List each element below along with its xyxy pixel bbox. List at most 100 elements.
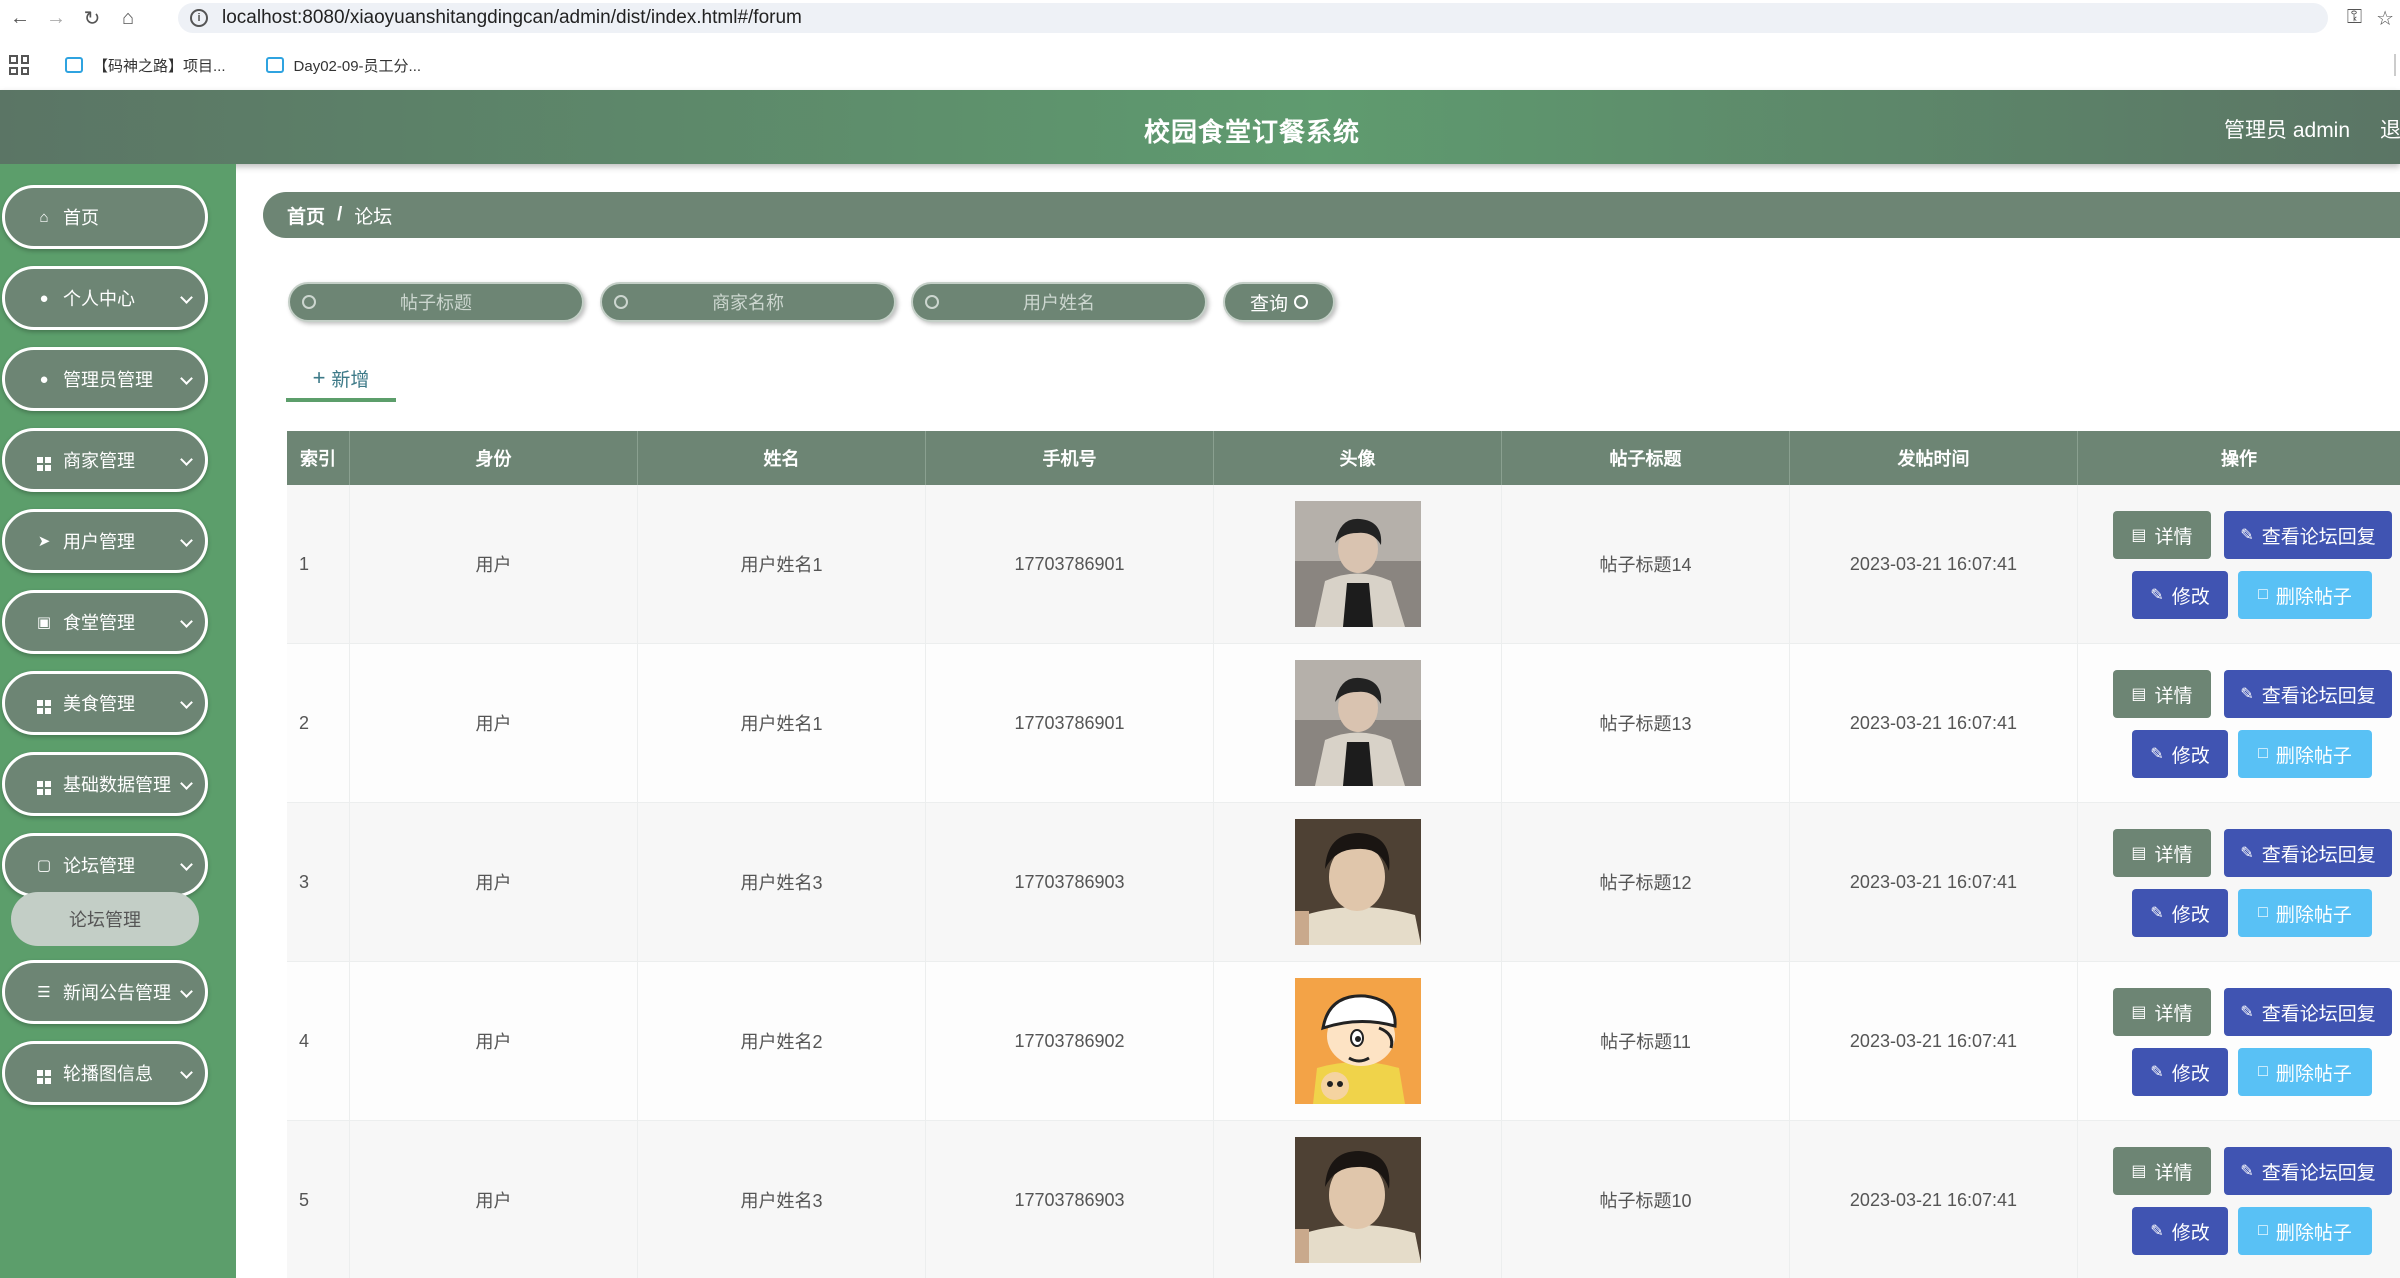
edit-icon: ✎ [2150,587,2164,604]
bookmarks-bar: 【码神之路】项目... Day02-09-员工分... [0,48,2400,82]
detail-button[interactable]: ▤ 详情 [2113,1147,2211,1195]
cell-index: 3 [287,803,350,961]
edit-icon: ✎ [2150,905,2164,922]
sidebar-item-foods[interactable]: 美食管理 [2,671,208,735]
sidebar-item-canteens[interactable]: ▣ 食堂管理 [2,590,208,654]
app-header: 校园食堂订餐系统 管理员 admin 退 [0,90,2400,164]
cell-index: 4 [287,962,350,1120]
apps-icon[interactable] [9,55,29,75]
info-icon[interactable]: i [190,9,208,27]
chevron-down-icon [180,985,193,998]
edit-button[interactable]: ✎ 修改 [2132,1048,2228,1096]
avatar[interactable] [1295,978,1421,1104]
header-name: 姓名 [638,431,926,485]
star-icon[interactable]: ☆ [2376,6,2394,31]
browser-toolbar: ← → ↻ ⌂ i localhost:8080/xiaoyuanshitang… [0,0,2400,36]
view-replies-button[interactable]: ✎ 查看论坛回复 [2224,829,2392,877]
detail-button[interactable]: ▤ 详情 [2113,829,2211,877]
cell-phone: 17703786901 [926,644,1214,802]
sidebar-item-forum[interactable]: ▢ 论坛管理 [2,833,208,897]
edit-icon: ✎ [2150,1223,2164,1240]
back-icon[interactable]: ← [4,2,36,34]
cell-actions: ▤ 详情 ✎ 查看论坛回复 ✎ 修改 □ 删除帖子 [2078,1121,2400,1278]
grid-icon [35,450,53,471]
cell-post-time: 2023-03-21 16:07:41 [1790,803,2078,961]
cell-actions: ▤ 详情 ✎ 查看论坛回复 ✎ 修改 □ 删除帖子 [2078,644,2400,802]
bookmark-item[interactable]: 【码神之路】项目... [65,55,226,76]
bookmark-icon [265,57,284,73]
cell-post-time: 2023-03-21 16:07:41 [1790,644,2078,802]
edit-icon: ✎ [2240,1004,2254,1021]
sidebar-item-merchants[interactable]: 商家管理 [2,428,208,492]
sidebar-item-news[interactable]: ☰ 新闻公告管理 [2,960,208,1024]
edit-button[interactable]: ✎ 修改 [2132,730,2228,778]
post-title-search-input[interactable]: 帖子标题 [288,282,584,322]
avatar[interactable] [1295,819,1421,945]
view-replies-button[interactable]: ✎ 查看论坛回复 [2224,511,2392,559]
bookmark-item[interactable]: Day02-09-员工分... [265,55,421,76]
bookmark-icon [65,57,83,73]
reload-icon[interactable]: ↻ [76,2,108,34]
user-icon: ● [39,289,49,307]
delete-post-button[interactable]: □ 删除帖子 [2238,571,2372,619]
cell-post-time: 2023-03-21 16:07:41 [1790,962,2078,1120]
table-row: 1 用户 用户姓名1 17703786901 帖子标题14 2023-03-21… [287,485,2400,644]
cell-role: 用户 [350,485,638,643]
merchant-name-search-input[interactable]: 商家名称 [600,282,896,322]
url-text: localhost:8080/xiaoyuanshitangdingcan/ad… [222,7,802,28]
sliders-icon: ☰ [37,984,51,1001]
cell-avatar [1214,962,1502,1120]
cell-name: 用户姓名2 [638,962,926,1120]
chevron-down-icon [180,777,193,790]
logout-link[interactable]: 退 [2380,114,2400,144]
sidebar-item-home[interactable]: ⌂ 首页 [2,185,208,249]
cell-avatar [1214,485,1502,643]
document-icon: ▤ [2131,845,2147,862]
forward-icon[interactable]: → [40,2,72,34]
breadcrumb-home[interactable]: 首页 [287,202,325,229]
sidebar-item-basic-data[interactable]: 基础数据管理 [2,752,208,816]
view-replies-button[interactable]: ✎ 查看论坛回复 [2224,988,2392,1036]
sidebar: ⌂ 首页 ● 个人中心 ● 管理员管理 商家管理 ➤ 用户管理 ▣ 食堂管理 美… [0,164,236,1278]
detail-button[interactable]: ▤ 详情 [2113,670,2211,718]
delete-post-button[interactable]: □ 删除帖子 [2238,889,2372,937]
edit-button[interactable]: ✎ 修改 [2132,571,2228,619]
add-button[interactable]: + 新增 [286,358,396,402]
view-replies-button[interactable]: ✎ 查看论坛回复 [2224,670,2392,718]
cell-name: 用户姓名1 [638,485,926,643]
avatar[interactable] [1295,660,1421,786]
sidebar-item-profile[interactable]: ● 个人中心 [2,266,208,330]
sidebar-item-users[interactable]: ➤ 用户管理 [2,509,208,573]
sidebar-item-carousel[interactable]: 轮播图信息 [2,1041,208,1105]
user-name-search-input[interactable]: 用户姓名 [911,282,1207,322]
cell-index: 2 [287,644,350,802]
detail-button[interactable]: ▤ 详情 [2113,511,2211,559]
edit-icon: ✎ [2240,845,2254,862]
cell-role: 用户 [350,1121,638,1278]
avatar[interactable] [1295,1137,1421,1263]
cell-actions: ▤ 详情 ✎ 查看论坛回复 ✎ 修改 □ 删除帖子 [2078,803,2400,961]
home-icon: ⌂ [39,208,49,226]
briefcase-icon: ▣ [36,614,52,631]
query-button[interactable]: 查询 [1223,282,1335,322]
edit-icon: ✎ [2150,746,2164,763]
edit-button[interactable]: ✎ 修改 [2132,889,2228,937]
detail-button[interactable]: ▤ 详情 [2113,988,2211,1036]
edit-button[interactable]: ✎ 修改 [2132,1207,2228,1255]
document-icon: ▤ [2131,1163,2147,1180]
delete-post-button[interactable]: □ 删除帖子 [2238,1207,2372,1255]
submenu-item-forum-management[interactable]: 论坛管理 [11,892,199,946]
sidebar-item-admins[interactable]: ● 管理员管理 [2,347,208,411]
cell-phone: 17703786903 [926,803,1214,961]
edit-icon: ✎ [2240,686,2254,703]
home-icon[interactable]: ⌂ [112,2,144,34]
view-replies-button[interactable]: ✎ 查看论坛回复 [2224,1147,2392,1195]
key-icon[interactable]: ⚿ [2347,6,2362,31]
avatar[interactable] [1295,501,1421,627]
address-bar[interactable]: i localhost:8080/xiaoyuanshitangdingcan/… [178,3,2328,33]
delete-post-button[interactable]: □ 删除帖子 [2238,1048,2372,1096]
header-post-title: 帖子标题 [1502,431,1790,485]
header-role: 身份 [350,431,638,485]
delete-post-button[interactable]: □ 删除帖子 [2238,730,2372,778]
header-post-time: 发帖时间 [1790,431,2078,485]
